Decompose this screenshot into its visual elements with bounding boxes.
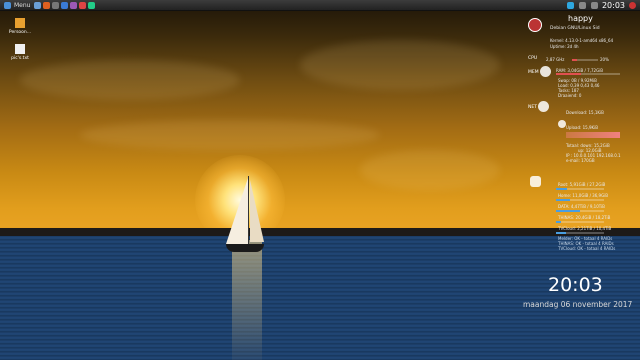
menu-button[interactable]: Menu (0, 1, 33, 9)
desktop-date: maandag 06 november 2017 (523, 300, 633, 309)
disk-thinas: THINAS: 20,4GiB / 18,2TiB (558, 215, 611, 220)
disk-root-bar (556, 188, 604, 190)
volume-icon[interactable] (578, 1, 586, 9)
desktop-icon[interactable] (34, 1, 42, 9)
cpu-freq: 2,87 GHz (546, 57, 565, 62)
cpu-label: CPU (528, 56, 538, 61)
app-icon[interactable] (79, 1, 87, 9)
desktop-icon-text-file[interactable]: pic's.txt (7, 44, 33, 61)
ram-bar (556, 73, 620, 75)
download-speed: Download: 15,1KiB (566, 110, 604, 115)
cloud (20, 60, 240, 100)
cpu-percent: 20% (600, 57, 609, 62)
desktop-icon-personal-folder[interactable]: Persoon... (7, 18, 33, 35)
boat-hull (226, 244, 264, 252)
gear-icon (540, 66, 551, 77)
panel-clock[interactable]: 20:03 (602, 1, 625, 10)
disk-root: Root: 5,91GiB / 27,2GiB (558, 182, 606, 187)
sun-reflection (232, 240, 262, 360)
conky-kernel: Kernel: 4.13.0-1-amd64 x86_64 (550, 38, 614, 43)
boat-mast (248, 176, 249, 246)
desktop-icon-label: Persoon... (8, 30, 32, 35)
terminal-icon[interactable] (52, 1, 60, 9)
disk-home: Home: 11,0GiB / 36,9GiB (558, 193, 609, 198)
weather-icon[interactable] (590, 1, 598, 9)
file-manager-icon[interactable] (61, 1, 69, 9)
email-info: e-mail: 170GB (566, 158, 595, 163)
net-label: NET (528, 105, 537, 110)
disk-data-bar (556, 210, 604, 212)
app-icon[interactable] (70, 1, 78, 9)
boat-mainsail (226, 178, 248, 244)
cloud (300, 40, 500, 90)
globe-icon (538, 101, 549, 112)
conky-username: happy (568, 14, 593, 23)
disk-data: DATA: 4,47TiB / 9,10TiB (558, 204, 605, 209)
gear-icon (558, 120, 566, 128)
cpu-bar (572, 59, 598, 61)
network-icon[interactable] (566, 1, 574, 9)
conky-distro: Debian GNU/Linux Sid (550, 26, 600, 31)
boat-jib (250, 180, 264, 242)
menu-icon (4, 1, 11, 9)
folder-icon (15, 18, 25, 28)
mem-label: MEM (528, 70, 539, 75)
hard-disk-icon (530, 176, 541, 187)
sea (0, 236, 640, 360)
upload-speed: Upload: 15,9KiB (566, 125, 599, 130)
desktop-clock: 20:03 (548, 274, 603, 296)
app-icon[interactable] (88, 1, 96, 9)
disk-thinas-bar (556, 221, 604, 223)
firefox-icon[interactable] (43, 1, 51, 9)
cloud (80, 120, 380, 150)
cloud (360, 150, 500, 190)
desktop-icon-label: pic's.txt (11, 56, 29, 61)
top-panel: Menu 20:03 (0, 0, 640, 11)
conky-uptime: Uptime: 2d 4h (550, 44, 579, 49)
power-icon[interactable] (629, 1, 636, 9)
disk-tvcloud-bar (556, 232, 604, 234)
disk-home-bar (556, 199, 604, 201)
threads-count: Draaiend: 0 (558, 93, 582, 98)
text-file-icon (15, 44, 25, 54)
raid-status-3: TVCloud: OK - totaal 4 RAIDs (558, 246, 616, 251)
conky-system-monitor: happy Debian GNU/Linux Sid Kernel: 4.13.… (520, 12, 638, 251)
avatar (528, 18, 542, 32)
net-graph (566, 132, 620, 138)
menu-label: Menu (14, 1, 31, 9)
disk-tvcloud: TVCloud: 2,21TiB / 10,4TiB (558, 226, 612, 231)
